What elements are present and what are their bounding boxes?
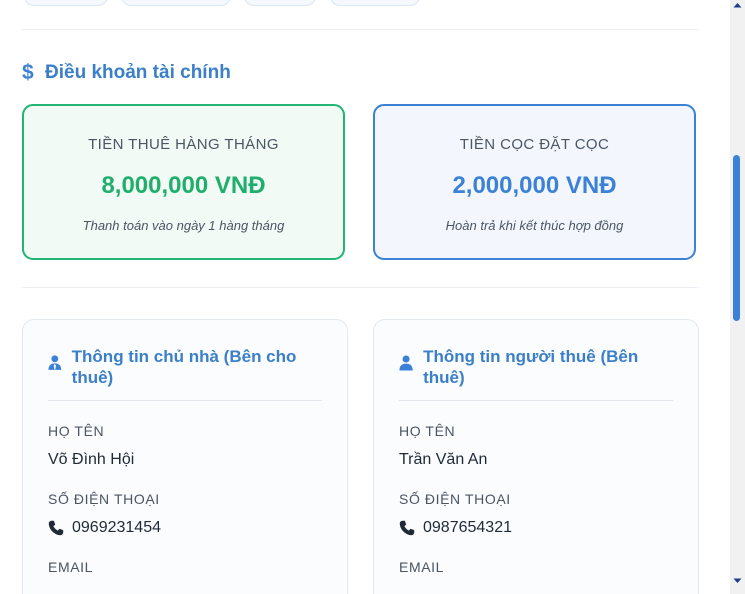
scroll-down-arrow-icon[interactable]	[731, 576, 744, 586]
tag-pill[interactable]	[244, 0, 316, 6]
tenant-card-header: Thông tin người thuê (Bên thuê)	[399, 346, 654, 388]
monthly-rent-card: TIỀN THUÊ HÀNG THÁNG 8,000,000 VNĐ Thanh…	[22, 104, 345, 260]
tenant-card: Thông tin người thuê (Bên thuê) HỌ TÊN T…	[373, 319, 699, 594]
scrollbar-thumb[interactable]	[733, 155, 740, 321]
landlord-phone: 0969231454	[48, 519, 161, 537]
user-icon	[399, 355, 413, 371]
tenant-phone: 0987654321	[399, 519, 512, 537]
user-tie-icon	[48, 355, 62, 370]
tag-pill[interactable]	[330, 0, 420, 6]
contract-details-panel: $ Điều khoản tài chính TIỀN THUÊ HÀNG TH…	[0, 0, 730, 594]
phone-icon	[48, 520, 64, 536]
tag-pill[interactable]	[121, 0, 231, 6]
card-separator	[399, 400, 673, 401]
landlord-card-title: Thông tin chủ nhà (Bên cho thuê)	[71, 347, 297, 387]
tenant-phone-number: 0987654321	[423, 519, 512, 536]
landlord-card: Thông tin chủ nhà (Bên cho thuê) HỌ TÊN …	[22, 319, 348, 594]
landlord-phone-label: SỐ ĐIỆN THOẠI	[48, 491, 160, 507]
tenant-name: Trần Văn An	[399, 451, 488, 468]
deposit-card: TIỀN CỌC ĐẶT CỌC 2,000,000 VNĐ Hoàn trả …	[373, 104, 696, 260]
phone-icon	[399, 520, 415, 536]
landlord-card-header: Thông tin chủ nhà (Bên cho thuê)	[48, 346, 303, 388]
scroll-up-arrow-icon[interactable]	[731, 0, 744, 10]
card-separator	[48, 400, 322, 401]
dollar-icon: $	[22, 61, 34, 84]
monthly-rent-note: Thanh toán vào ngày 1 hàng tháng	[82, 218, 285, 233]
section-divider	[22, 287, 699, 288]
finance-section-title: Điều khoản tài chính	[45, 62, 231, 83]
deposit-note: Hoàn trả khi kết thúc hợp đồng	[445, 218, 624, 233]
landlord-email-label: EMAIL	[48, 559, 94, 575]
landlord-phone-number: 0969231454	[72, 519, 161, 536]
section-divider	[22, 29, 699, 30]
tag-pill[interactable]	[24, 0, 108, 6]
tenant-phone-label: SỐ ĐIỆN THOẠI	[399, 491, 511, 507]
landlord-name: Võ Đình Hội	[48, 451, 135, 468]
deposit-amount: 2,000,000 VNĐ	[452, 172, 617, 199]
monthly-rent-amount: 8,000,000 VNĐ	[101, 172, 266, 199]
tenant-card-title: Thông tin người thuê (Bên thuê)	[423, 347, 639, 387]
tenant-name-label: HỌ TÊN	[399, 423, 456, 439]
finance-section-header: $ Điều khoản tài chính	[22, 61, 231, 85]
tenant-email-label: EMAIL	[399, 559, 445, 575]
landlord-name-label: HỌ TÊN	[48, 423, 105, 439]
monthly-rent-label: TIỀN THUÊ HÀNG THÁNG	[88, 136, 279, 153]
deposit-label: TIỀN CỌC ĐẶT CỌC	[459, 136, 610, 153]
